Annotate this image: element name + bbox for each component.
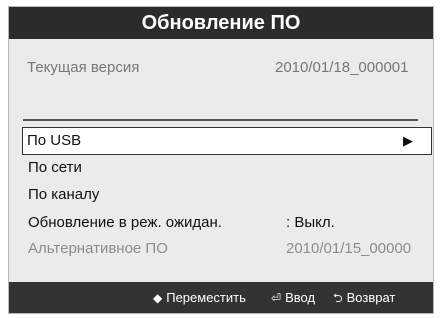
return-icon: ⮌ xyxy=(333,291,343,305)
arrow-right-icon: ▶ xyxy=(403,133,413,148)
return-hint: ⮌ Возврат xyxy=(333,282,396,313)
menu-item-label: Обновление в реж. ожидан. xyxy=(28,214,222,231)
move-label: Переместить xyxy=(166,290,246,305)
divider xyxy=(23,119,418,121)
footer-hints: ◆ Переместить ⏎ Ввод ⮌ Возврат xyxy=(9,282,433,313)
menu-item-standby-update[interactable]: Обновление в реж. ожидан. : Выкл. xyxy=(24,210,433,236)
enter-label: Ввод xyxy=(285,290,316,305)
menu-item-usb[interactable]: По USB ▶ xyxy=(22,127,432,155)
alternative-software-value: 2010/01/15_00000 xyxy=(286,240,412,257)
move-hint: ◆ Переместить xyxy=(153,282,246,313)
up-down-arrows-icon: ◆ xyxy=(153,291,163,305)
current-version-row: Текущая версия 2010/01/18_000001 xyxy=(9,59,433,81)
dialog-title: Обновление ПО xyxy=(9,7,433,39)
menu-item-alternative-software: Альтернативное ПО 2010/01/15_00000 xyxy=(24,236,433,262)
menu-item-label: По USB xyxy=(27,132,82,149)
current-version-label: Текущая версия xyxy=(27,59,140,76)
return-label: Возврат xyxy=(346,290,396,305)
enter-hint: ⏎ Ввод xyxy=(271,282,316,313)
software-update-dialog: Обновление ПО Текущая версия 2010/01/18_… xyxy=(8,6,434,314)
current-version-value: 2010/01/18_000001 xyxy=(275,59,409,76)
menu-item-channel[interactable]: По каналу xyxy=(24,182,433,208)
enter-icon: ⏎ xyxy=(271,291,282,305)
menu-item-label: Альтернативное ПО xyxy=(28,240,168,257)
menu-item-label: По каналу xyxy=(28,186,100,203)
menu-item-network[interactable]: По сети xyxy=(24,155,433,181)
standby-update-value: : Выкл. xyxy=(286,214,335,231)
menu-item-label: По сети xyxy=(28,159,82,176)
